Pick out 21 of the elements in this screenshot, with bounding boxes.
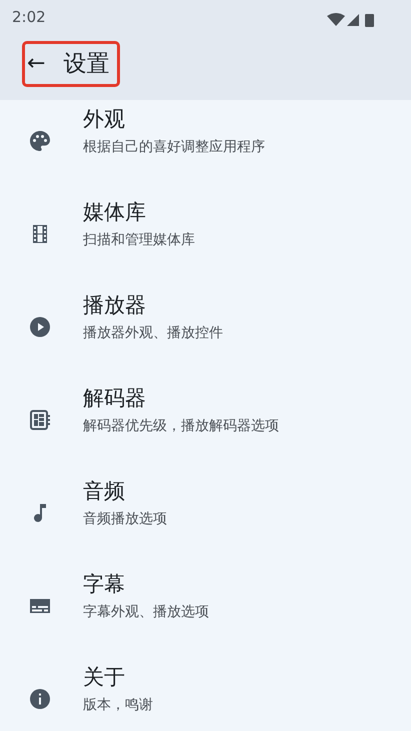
setting-description: 字幕外观、播放选项 [83,603,209,622]
info-icon [28,687,52,711]
back-button[interactable]: ← [27,53,46,75]
setting-description: 音频播放选项 [83,510,167,529]
setting-title[interactable]: 外观 [83,106,265,132]
setting-title[interactable]: 字幕 [83,571,209,597]
setting-title[interactable]: 媒体库 [83,199,195,225]
setting-description: 解码器优先级，播放解码器选项 [83,417,279,436]
play-icon [28,315,52,339]
status-time: 2:02 [12,6,46,28]
chip-icon [28,408,52,432]
setting-description: 扫描和管理媒体库 [83,231,195,250]
screen-title: 设置 [63,50,110,79]
setting-title[interactable]: 解码器 [83,385,279,411]
setting-title[interactable]: 音频 [83,478,167,504]
setting-title[interactable]: 关于 [83,664,153,690]
setting-description: 版本，鸣谢 [83,696,153,715]
setting-description: 播放器外观、播放控件 [83,324,223,343]
palette-icon [28,129,52,153]
setting-title[interactable]: 播放器 [83,292,223,318]
setting-description: 根据自己的喜好调整应用程序 [83,138,265,157]
